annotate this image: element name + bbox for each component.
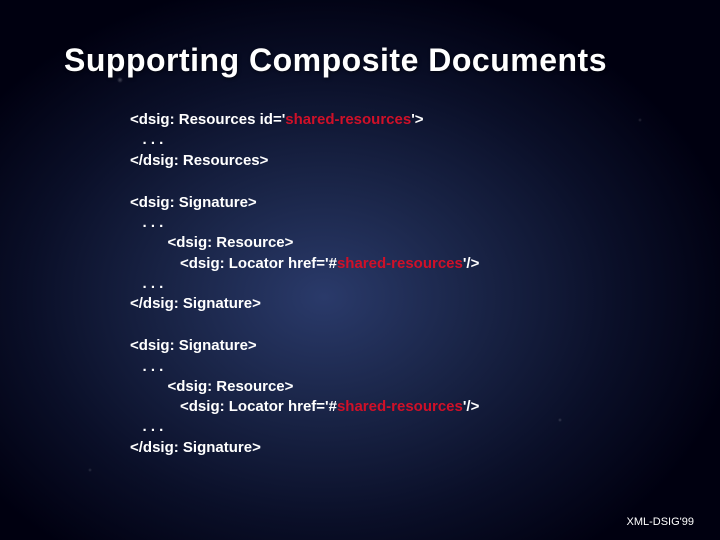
- footer-text: XML-DSIG'99: [626, 516, 694, 528]
- highlight-text: shared-resources: [337, 398, 463, 415]
- code-line: <dsig: Locator href='#shared-resources'/…: [130, 254, 660, 274]
- highlight-text: shared-resources: [285, 111, 411, 128]
- code-line: <dsig: Resource>: [130, 233, 660, 253]
- code-line: <dsig: Signature>: [130, 193, 660, 213]
- code-text: <dsig: Locator href='#: [130, 398, 337, 415]
- code-line: <dsig: Signature>: [130, 336, 660, 356]
- code-text: <dsig: Locator href='#: [130, 255, 337, 272]
- code-line: <dsig: Locator href='#shared-resources'/…: [130, 397, 660, 417]
- code-line: <dsig: Resources id='shared-resources'>: [130, 110, 660, 130]
- code-line: </dsig: Signature>: [130, 294, 660, 314]
- code-line: . . .: [130, 213, 660, 233]
- code-line: . . .: [130, 417, 660, 437]
- code-line: </dsig: Signature>: [130, 438, 660, 458]
- code-block-signature-1: <dsig: Signature> . . . <dsig: Resource>…: [130, 193, 660, 315]
- highlight-text: shared-resources: [337, 255, 463, 272]
- slide: Supporting Composite Documents <dsig: Re…: [0, 0, 720, 540]
- code-text: '/>: [463, 255, 480, 272]
- code-line: <dsig: Resource>: [130, 377, 660, 397]
- code-line: </dsig: Resources>: [130, 151, 660, 171]
- code-text: '/>: [463, 398, 480, 415]
- code-text: <dsig: Resources id=': [130, 111, 285, 128]
- code-block-resources: <dsig: Resources id='shared-resources'> …: [130, 110, 660, 171]
- code-line: . . .: [130, 130, 660, 150]
- code-text: '>: [411, 111, 423, 128]
- slide-title: Supporting Composite Documents: [64, 42, 680, 79]
- code-line: . . .: [130, 274, 660, 294]
- slide-body: <dsig: Resources id='shared-resources'> …: [130, 110, 660, 480]
- code-line: . . .: [130, 357, 660, 377]
- code-block-signature-2: <dsig: Signature> . . . <dsig: Resource>…: [130, 336, 660, 458]
